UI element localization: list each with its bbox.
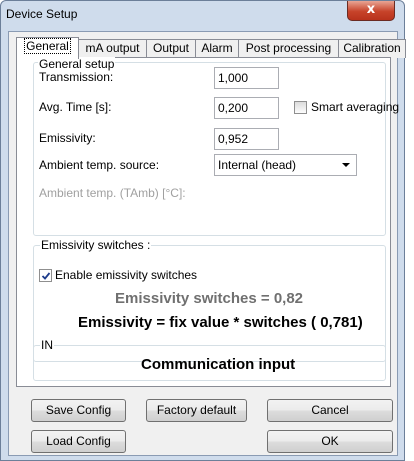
enable-emissivity-switches-checkbox[interactable] (39, 269, 52, 282)
ambient-temp-label: Ambient temp. (TAmb) [°C]: (39, 186, 186, 200)
close-button[interactable]: x (347, 1, 395, 21)
ambient-source-select[interactable]: Internal (head) (214, 154, 357, 176)
general-setup-group (33, 62, 386, 236)
tab-general[interactable]: General (16, 37, 79, 59)
cancel-button[interactable]: Cancel (267, 399, 393, 422)
tab-ma-output[interactable]: mA output (78, 39, 147, 58)
emissivity-switches-value: Emissivity switches = 0,82 (115, 290, 304, 307)
device-setup-window: Device Setup x General mA output Output … (0, 0, 406, 461)
ambient-source-value: Internal (head) (218, 158, 297, 172)
transmission-label: Transmission: (39, 70, 114, 84)
tab-output[interactable]: Output (146, 39, 196, 58)
chevron-down-icon (342, 163, 350, 167)
checkmark-icon (41, 272, 51, 280)
tab-general-label: General (24, 38, 71, 54)
emissivity-switches-legend: Emissivity switches : (40, 238, 152, 252)
enable-emissivity-switches-label[interactable]: Enable emissivity switches (55, 268, 197, 282)
general-tab-panel: General setup Transmission: 1,000 Avg. T… (16, 57, 399, 387)
window-title: Device Setup (6, 7, 78, 21)
load-config-button[interactable]: Load Config (31, 430, 126, 453)
ok-button[interactable]: OK (267, 430, 393, 453)
save-config-button[interactable]: Save Config (31, 399, 126, 422)
tab-post-processing[interactable]: Post processing (238, 39, 339, 58)
input-group-legend: IN (40, 338, 54, 352)
ambient-source-label: Ambient temp. source: (39, 158, 160, 172)
avg-time-input[interactable]: 0,200 (214, 97, 279, 119)
emissivity-label: Emissivity: (39, 131, 96, 145)
dialog-client-area: General mA output Output Alarm Post proc… (8, 31, 406, 456)
tab-calibration[interactable]: Calibration (338, 39, 406, 58)
title-bar[interactable]: Device Setup x (1, 1, 404, 31)
close-icon: x (366, 2, 376, 17)
tab-alarm[interactable]: Alarm (195, 39, 239, 58)
transmission-input[interactable]: 1,000 (214, 67, 279, 89)
general-setup-legend: General setup (38, 57, 116, 71)
smart-averaging-label[interactable]: Smart averaging (311, 100, 399, 114)
communication-input-label: Communication input (141, 356, 296, 373)
factory-default-button[interactable]: Factory default (146, 399, 247, 422)
avg-time-label: Avg. Time [s]: (39, 100, 112, 114)
emissivity-formula: Emissivity = fix value * switches ( 0,78… (78, 314, 363, 331)
smart-averaging-checkbox[interactable] (294, 101, 307, 114)
emissivity-input[interactable]: 0,952 (214, 128, 279, 150)
